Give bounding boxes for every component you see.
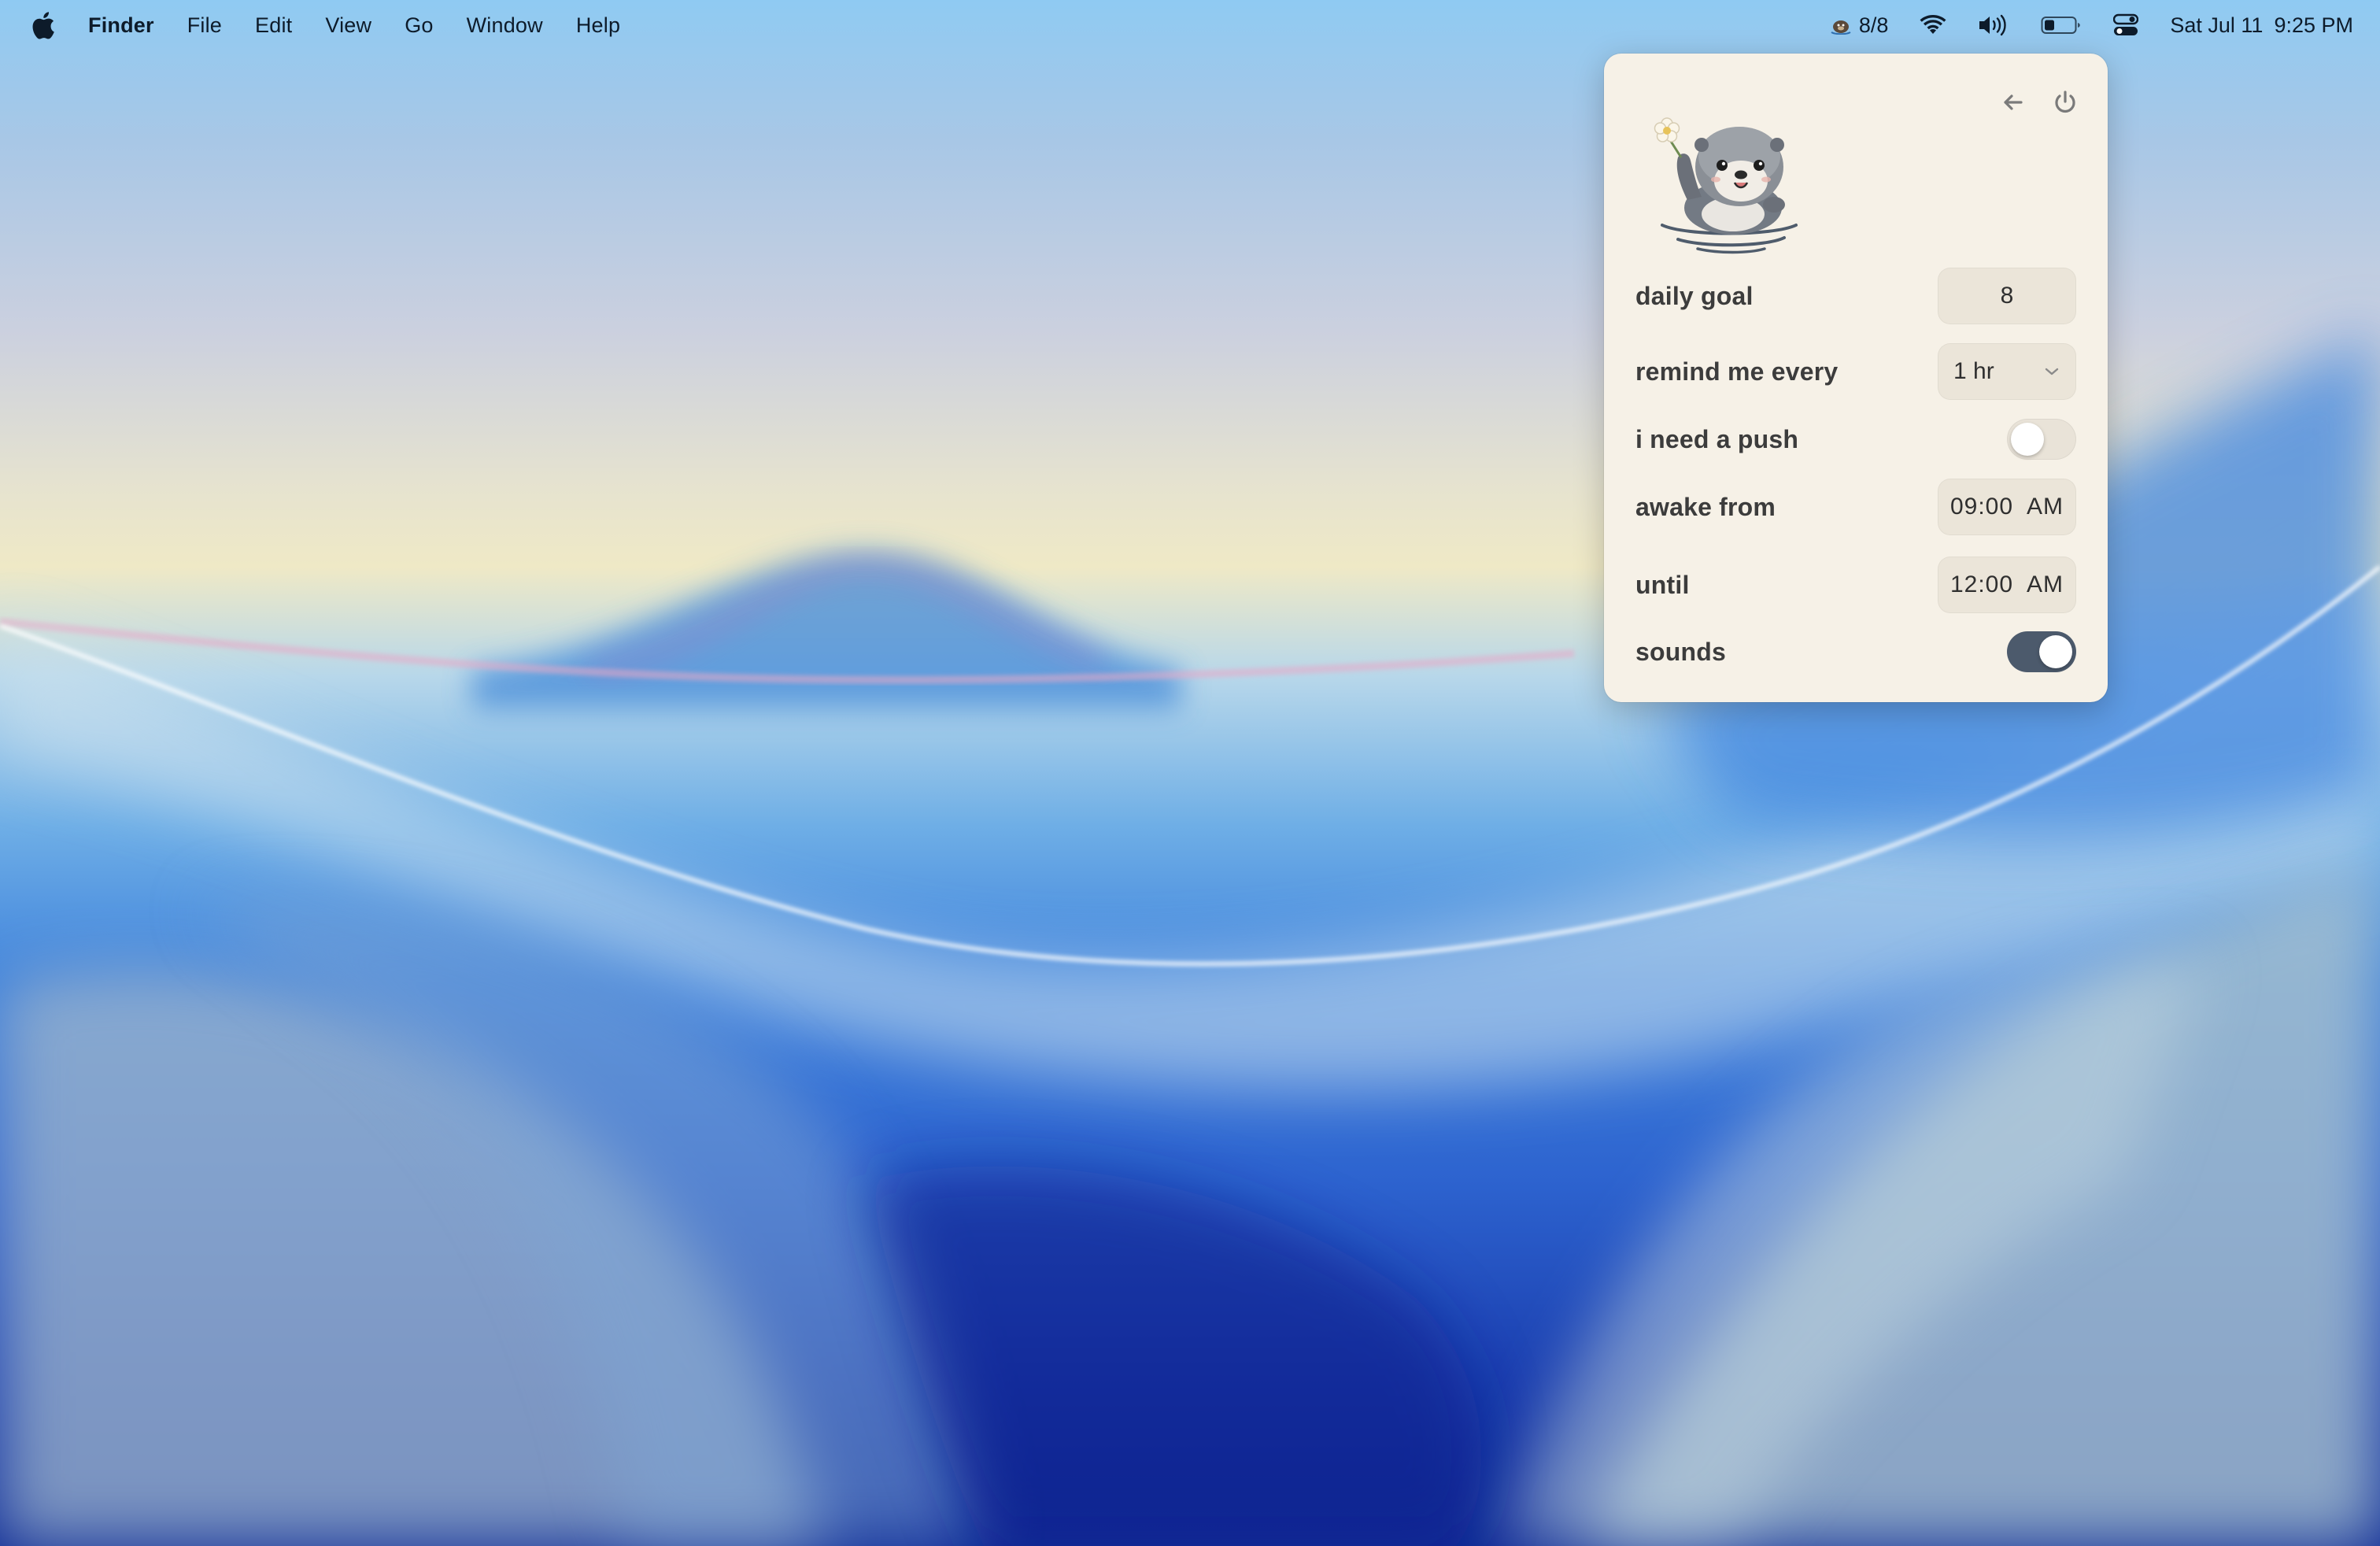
awake-from-label: awake from [1635,492,1776,521]
sounds-row: sounds [1635,631,2076,672]
hydration-settings-popover: daily goal 8 remind me every 1 hr i need… [1604,54,2108,702]
awake-from-value: 09:00 AM [1949,494,2064,520]
control-center-icon [2113,13,2139,37]
push-label: i need a push [1635,424,1799,453]
remind-interval-value: 1 hr [1953,358,1994,384]
until-row: until 12:00 AM [1635,557,2076,613]
wifi-icon [1920,15,1946,35]
toggle-knob [2039,635,2072,668]
volume-status-item[interactable] [1978,14,2009,36]
menu-edit[interactable]: Edit [255,13,292,38]
menu-date: Sat Jul 11 [2170,13,2264,37]
remind-interval-select[interactable]: 1 hr [1938,343,2076,400]
push-row: i need a push [1635,419,2076,460]
control-center-status-item[interactable] [2113,13,2139,37]
menu-go[interactable]: Go [405,13,433,38]
toggle-knob [2011,423,2044,456]
until-value: 12:00 AM [1949,571,2064,597]
clock-status-item[interactable]: Sat Jul 11 9:25 PM [2170,13,2353,38]
menu-bar: Finder File Edit View Go Window Help 8/8 [0,0,2380,50]
otter-mascot-illustration [1639,82,1820,287]
battery-icon [2041,15,2082,35]
menu-app-finder[interactable]: Finder [88,13,154,38]
quit-button[interactable] [2046,83,2084,121]
push-toggle[interactable] [2007,419,2076,460]
daily-goal-row: daily goal 8 [1635,268,2076,324]
power-icon [2046,83,2084,121]
daily-goal-input[interactable]: 8 [1938,268,2076,324]
menu-bar-status: 8/8 Sat Jul 11 9:25 PM [1798,0,2353,50]
sounds-label: sounds [1635,637,1726,666]
chevron-down-icon [2043,366,2060,377]
menu-file[interactable]: File [187,13,222,38]
apple-logo-icon[interactable] [30,11,55,39]
awake-from-row: awake from 09:00 AM [1635,479,2076,535]
menu-time: 9:25 PM [2274,13,2353,37]
until-time-input[interactable]: 12:00 AM [1938,557,2076,613]
status-counter: 8/8 [1858,13,1889,37]
remind-interval-row: remind me every 1 hr [1635,343,2076,400]
until-label: until [1635,570,1690,599]
otter-icon [1829,16,1853,35]
remind-interval-label: remind me every [1635,357,1839,386]
battery-status-item[interactable] [2041,15,2082,35]
sounds-toggle[interactable] [2007,631,2076,672]
menu-bar-left: Finder File Edit View Go Window Help [30,11,653,39]
menu-view[interactable]: View [325,13,371,38]
back-button[interactable] [1994,83,2032,121]
volume-icon [1978,14,2009,36]
menu-window[interactable]: Window [467,13,543,38]
menu-help[interactable]: Help [576,13,620,38]
wifi-status-item[interactable] [1920,15,1946,35]
daily-goal-label: daily goal [1635,281,1754,310]
otter-status-item[interactable]: 8/8 [1829,13,1889,38]
back-arrow-icon [1994,83,2032,121]
awake-from-time-input[interactable]: 09:00 AM [1938,479,2076,535]
